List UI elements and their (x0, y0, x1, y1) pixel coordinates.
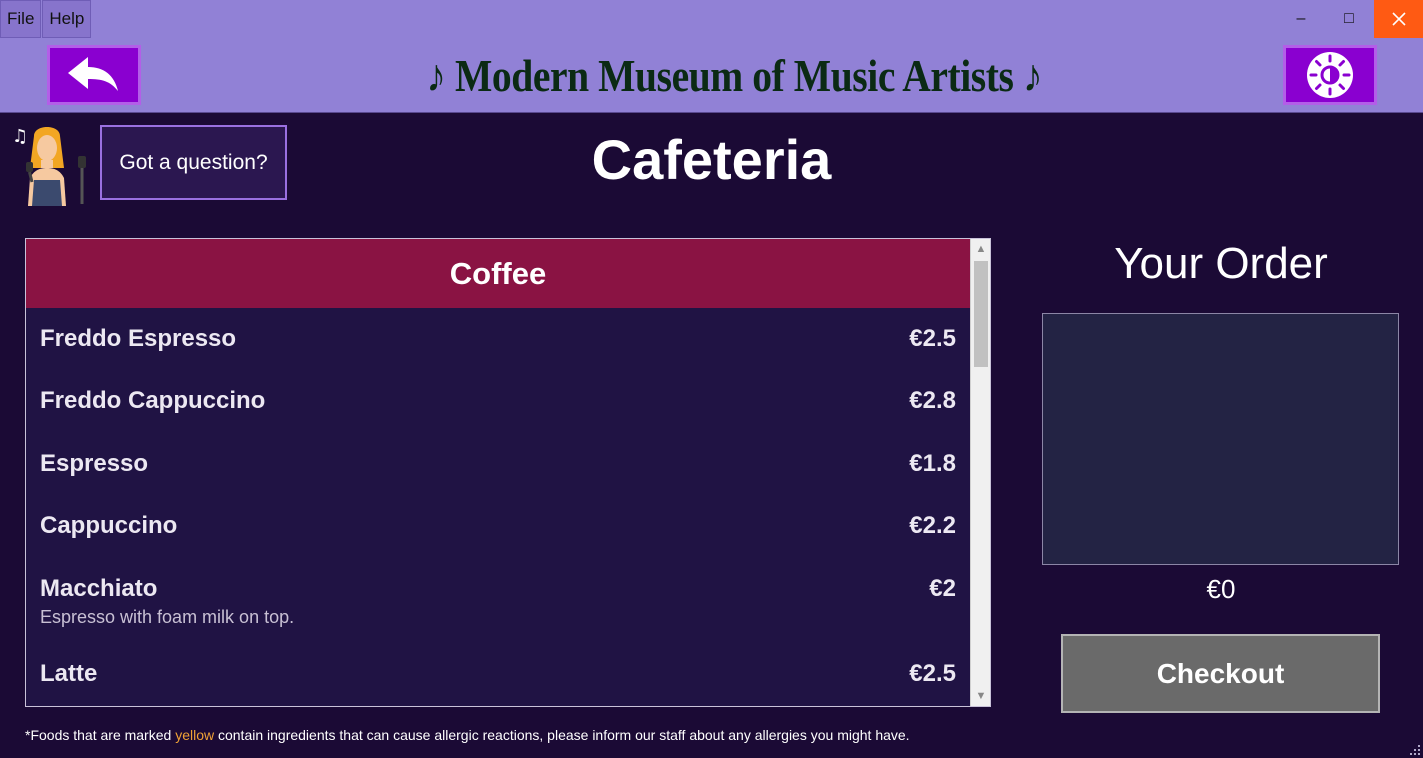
item-price: €2.8 (909, 387, 956, 414)
menu-bar: File Help (0, 0, 92, 38)
back-arrow-icon (68, 57, 118, 91)
menu-scrollbar[interactable]: ▲ ▼ (970, 239, 990, 706)
item-description: Espresso with foam milk on top. (40, 607, 295, 627)
menu-list[interactable]: Coffee Freddo Espresso €2.5 Freddo Cappu… (25, 238, 991, 707)
order-list[interactable] (1042, 313, 1399, 565)
item-name: Freddo Cappuccino (40, 387, 266, 414)
item-name: Freddo Espresso (40, 325, 237, 352)
item-price: €1.8 (909, 450, 956, 477)
question-button[interactable]: Got a question? (100, 125, 287, 200)
back-button[interactable] (47, 45, 141, 105)
scroll-down-arrow-icon[interactable]: ▼ (971, 686, 990, 706)
footnote-text: *Foods that are marked (25, 727, 176, 743)
minimize-button[interactable]: – (1277, 0, 1325, 38)
item-name: Espresso (40, 450, 149, 477)
title-bar: File Help – □ ♪ Modern Museum of Music A… (0, 0, 1423, 113)
allergy-footnote: *Foods that are marked yellow contain in… (25, 727, 1025, 743)
menu-help[interactable]: Help (42, 0, 92, 38)
scroll-thumb[interactable] (974, 261, 988, 367)
theme-toggle-button[interactable] (1283, 45, 1377, 105)
item-name: Macchiato (40, 575, 158, 602)
scroll-up-arrow-icon[interactable]: ▲ (971, 239, 990, 259)
item-price: €2.5 (909, 660, 956, 687)
app-title: ♪ Modern Museum of Music Artists ♪ (426, 50, 1043, 101)
item-name: Cappuccino (40, 512, 178, 539)
checkout-button[interactable]: Checkout (1061, 634, 1380, 713)
item-price: €2 (929, 575, 956, 602)
sun-icon (1307, 52, 1353, 98)
singer-avatar-icon[interactable]: ♫ (10, 122, 92, 206)
menu-file[interactable]: File (0, 0, 42, 38)
order-title: Your Order (1114, 239, 1328, 288)
order-total: €0 (1206, 574, 1236, 604)
category-header: Coffee (26, 239, 970, 308)
item-price: €2.2 (909, 512, 956, 539)
footnote-highlight: yellow (175, 727, 215, 743)
item-name: Latte (40, 660, 98, 687)
item-price: €2.5 (909, 325, 956, 352)
page-title: Cafeteria (591, 128, 832, 191)
maximize-button[interactable]: □ (1325, 0, 1373, 38)
close-icon (1391, 12, 1406, 26)
close-button[interactable] (1374, 0, 1423, 38)
footnote-text: contain ingredients that can cause aller… (214, 727, 910, 743)
resize-grip-icon[interactable] (1407, 742, 1421, 756)
svg-text:♫: ♫ (12, 126, 28, 147)
